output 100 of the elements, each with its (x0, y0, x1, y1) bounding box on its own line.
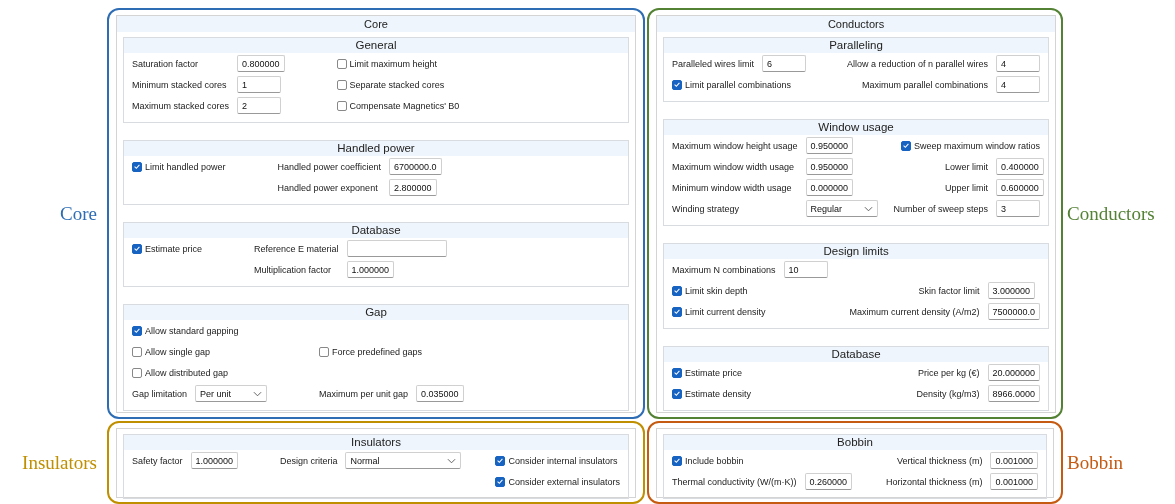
dropdown[interactable]: Regular (805, 200, 878, 217)
field-label: Maximum stacked cores (132, 100, 230, 111)
panel-title: Conductors (657, 16, 1056, 32)
input-field[interactable]: 2 (237, 97, 282, 114)
section-title: Design limits (664, 244, 1049, 259)
field-label: Density (kg/m3) (916, 388, 980, 399)
dropdown[interactable]: Per unit (195, 385, 268, 402)
checkbox-label: Estimate density (685, 388, 752, 399)
checkbox-label: Allow distributed gap (145, 367, 229, 378)
checkbox[interactable] (132, 161, 142, 172)
checkbox[interactable] (336, 79, 347, 90)
checkbox-label: Allow single gap (145, 346, 211, 357)
section-title: Handled power (124, 141, 628, 156)
field-label: Maximum current density (A/m2) (849, 306, 980, 317)
field-label: Vertical thickness (m) (896, 455, 983, 466)
input-field[interactable]: 0.800000 (237, 55, 285, 72)
field-label: Paralleled wires limit (672, 58, 755, 69)
checkbox-label: Sweep maximum window ratios (914, 140, 1041, 151)
input-field[interactable]: 4 (996, 76, 1041, 93)
checkbox[interactable] (672, 285, 682, 296)
section-title: Window usage (664, 120, 1049, 135)
checkbox[interactable] (495, 455, 506, 466)
input-field[interactable]: 1 (237, 76, 282, 93)
chevron-icon (447, 457, 457, 464)
field-label: Handled power coefficient (277, 161, 381, 172)
input-field[interactable]: 7500000.0 (987, 303, 1041, 320)
field-label: Lower limit (945, 161, 989, 172)
checkbox[interactable] (495, 476, 506, 487)
checkbox[interactable] (132, 346, 142, 357)
input-field[interactable]: 0.400000 (996, 158, 1044, 175)
input-field[interactable]: 8966.0000 (987, 385, 1041, 402)
checkbox[interactable] (319, 346, 330, 357)
checkbox-label: Estimate price (685, 367, 743, 378)
field-label: Handled power exponent (277, 182, 379, 193)
checkbox[interactable] (672, 306, 682, 317)
input-field[interactable]: 0.001000 (990, 473, 1038, 490)
checkbox[interactable] (672, 79, 682, 90)
input-field[interactable]: 0.950000 (805, 158, 854, 175)
checkbox-label: Force predefined gaps (332, 346, 423, 357)
field-label: Skin factor limit (918, 285, 980, 296)
input-field[interactable]: 10 (783, 261, 828, 278)
input-field[interactable]: 0.001000 (990, 452, 1038, 469)
input-field[interactable]: 0.035000 (416, 385, 464, 402)
field-label: Safety factor (132, 455, 183, 466)
checkbox[interactable] (336, 58, 347, 69)
dropdown[interactable]: Normal (345, 452, 462, 469)
field-label: Number of sweep steps (893, 203, 989, 214)
checkbox[interactable] (672, 367, 682, 378)
input-field[interactable]: 6700000.0 (388, 158, 442, 175)
checkbox-label: Limit parallel combinations (685, 79, 792, 90)
section-title: Insulators (124, 435, 628, 450)
checkbox[interactable] (132, 325, 142, 336)
input-field[interactable]: 0.260000 (804, 473, 853, 490)
section-title: Paralleling (664, 38, 1049, 53)
section-title: General (124, 38, 628, 53)
group-caption: Bobbin (1067, 451, 1123, 474)
field-label: Design criteria (279, 455, 338, 466)
input-field[interactable]: 4 (996, 55, 1041, 72)
field-label: Multiplication factor (254, 264, 333, 275)
checkbox[interactable] (336, 100, 347, 111)
chevron-icon (253, 390, 263, 397)
checkbox-label: Allow standard gapping (145, 325, 239, 336)
field-label: Maximum window width usage (672, 161, 796, 172)
checkbox-label: Estimate price (145, 243, 203, 254)
field-label: Horizontal thickness (m) (885, 476, 983, 487)
field-label: Minimum stacked cores (132, 79, 228, 90)
input-field[interactable]: 20.000000 (987, 364, 1041, 381)
field-label: Maximum window height usage (672, 140, 798, 151)
input-field[interactable]: 2.800000 (388, 179, 437, 196)
input-field[interactable] (346, 240, 447, 257)
checkbox-label: Limit handled power (145, 161, 226, 172)
section-title: Gap (124, 305, 628, 320)
field-label: Maximum N combinations (672, 264, 776, 275)
checkbox-label: Consider external insulators (508, 476, 620, 487)
section-title: Database (664, 347, 1049, 362)
input-field[interactable]: 0.000000 (805, 179, 854, 196)
group-caption: Insulators (22, 451, 97, 474)
input-field[interactable]: 0.600000 (996, 179, 1044, 196)
field-label: Saturation factor (132, 58, 200, 69)
group-caption: Core (60, 202, 97, 225)
input-field[interactable]: 3.000000 (987, 282, 1036, 299)
checkbox[interactable] (901, 140, 912, 151)
checkbox[interactable] (132, 367, 142, 378)
chevron-icon (863, 205, 873, 212)
field-label: Maximum parallel combinations (862, 79, 989, 90)
checkbox-label: Compensate Magnetics' B0 (349, 100, 460, 111)
checkbox[interactable] (672, 388, 682, 399)
input-field[interactable]: 1.000000 (190, 452, 239, 469)
checkbox[interactable] (132, 243, 142, 254)
checkbox[interactable] (672, 455, 682, 466)
section-title: Database (124, 223, 628, 238)
checkbox-label: Include bobbin (685, 455, 744, 466)
input-field[interactable]: 0.950000 (805, 137, 854, 154)
checkbox-label: Limit skin depth (685, 285, 748, 296)
input-field[interactable]: 3 (996, 200, 1041, 217)
field-label: Gap limitation (132, 388, 188, 399)
checkbox-label: Separate stacked cores (349, 79, 445, 90)
input-field[interactable]: 1.000000 (346, 261, 395, 278)
input-field[interactable]: 6 (762, 55, 807, 72)
section-title: Bobbin (664, 435, 1046, 450)
